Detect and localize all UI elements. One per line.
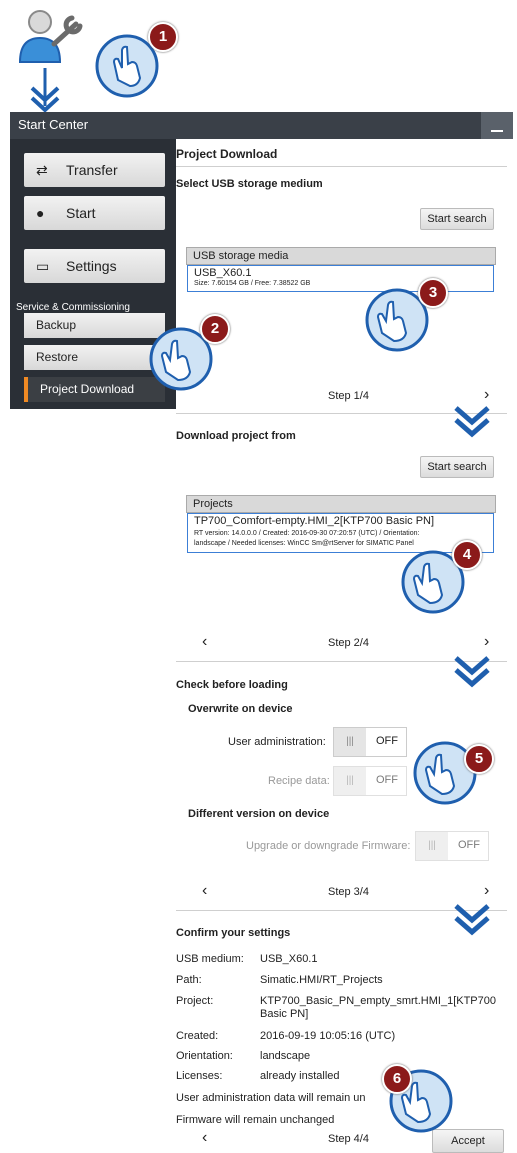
step-badge-5: 5 — [464, 744, 494, 774]
backup-label: Backup — [36, 318, 77, 332]
prev-chevron[interactable]: ‹ — [202, 882, 207, 900]
project-item-name: TP700_Comfort-empty.HMI_2[KTP700 Basic P… — [194, 515, 435, 527]
backup-button[interactable]: Backup — [24, 313, 165, 338]
firmware-note: Firmware will remain unchanged — [176, 1114, 335, 1126]
confirm-key: Orientation: — [176, 1050, 233, 1062]
minimize-button[interactable] — [481, 112, 513, 139]
download-project-from-label: Download project from — [176, 430, 296, 442]
confirm-key: Project: — [176, 995, 214, 1007]
confirm-value: already installed — [260, 1070, 340, 1082]
down-arrow-icon — [454, 406, 490, 438]
select-usb-label: Select USB storage medium — [176, 178, 323, 190]
usb-list-item[interactable]: USB_X60.1 Size: 7.60154 GB / Free: 7.385… — [187, 265, 494, 292]
project-item-detail-2: landscape / Needed licenses: WinCC Sm@rt… — [194, 540, 414, 547]
check-before-loading-label: Check before loading — [176, 679, 288, 691]
confirm-key: Created: — [176, 1030, 219, 1042]
confirm-value: Basic PN] — [260, 1008, 309, 1020]
step-label-3: Step 3/4 — [328, 886, 369, 898]
toggle-knob: ||| — [416, 832, 448, 860]
transfer-arrows-icon: ⇄ — [36, 162, 48, 178]
confirm-value: KTP700_Basic_PN_empty_smrt.HMI_1[KTP700 — [260, 995, 496, 1007]
settings-panel-icon: ▭ — [36, 258, 50, 274]
firmware-toggle[interactable]: ||| OFF — [415, 831, 489, 861]
play-icon: ● — [36, 205, 45, 221]
confirm-value: USB_X60.1 — [260, 953, 318, 965]
start-center-title: Start Center — [18, 117, 89, 132]
recipe-toggle[interactable]: ||| OFF — [333, 766, 407, 796]
transfer-label: Transfer — [66, 162, 118, 178]
confirm-key: Path: — [176, 974, 202, 986]
usb-list-header: USB storage media — [186, 247, 496, 265]
confirm-value: Simatic.HMI/RT_Projects — [260, 974, 383, 986]
user-admin-toggle[interactable]: ||| OFF — [333, 727, 407, 757]
different-version-heading: Different version on device — [188, 808, 330, 820]
user-admin-label: User administration: — [228, 736, 326, 748]
usb-item-detail: Size: 7.60154 GB / Free: 7.38522 GB — [194, 280, 311, 287]
usb-item-name: USB_X60.1 — [194, 267, 252, 279]
project-download-label: Project Download — [40, 382, 135, 396]
firmware-label: Upgrade or downgrade Firmware: — [246, 840, 411, 852]
service-commissioning-label: Service & Commissioning — [16, 302, 130, 313]
toggle-off-label: OFF — [458, 839, 480, 851]
toggle-off-label: OFF — [376, 735, 398, 747]
prev-chevron[interactable]: ‹ — [202, 1129, 207, 1147]
confirm-settings-label: Confirm your settings — [176, 927, 291, 939]
step-badge-2: 2 — [200, 314, 230, 344]
start-search-button[interactable]: Start search — [420, 456, 494, 478]
confirm-value: 2016-09-19 10:05:16 (UTC) — [260, 1030, 396, 1042]
user-admin-note: User administration data will remain un — [176, 1092, 366, 1104]
confirm-key: Licenses: — [176, 1070, 223, 1082]
settings-label: Settings — [66, 258, 117, 274]
restore-label: Restore — [36, 350, 79, 364]
settings-button[interactable]: ▭ Settings — [24, 249, 165, 283]
down-arrow-icon — [30, 68, 60, 112]
prev-chevron[interactable]: ‹ — [202, 633, 207, 651]
start-button[interactable]: ● Start — [24, 196, 165, 230]
projects-list-header: Projects — [186, 495, 496, 513]
confirm-value: landscape — [260, 1050, 311, 1062]
project-item-detail-1: RT version: 14.0.0.0 / Created: 2016-09-… — [194, 530, 420, 537]
recipe-label: Recipe data: — [268, 775, 330, 787]
overwrite-heading: Overwrite on device — [188, 703, 293, 715]
step-badge-6: 6 — [382, 1064, 412, 1094]
start-label: Start — [66, 205, 96, 221]
step-label-1: Step 1/4 — [328, 390, 369, 402]
start-search-button[interactable]: Start search — [420, 208, 494, 230]
toggle-knob: ||| — [334, 767, 366, 795]
down-arrow-icon — [454, 904, 490, 936]
user-wrench-icon — [18, 10, 83, 63]
step-label-4: Step 4/4 — [328, 1133, 369, 1145]
transfer-button[interactable]: ⇄ Transfer — [24, 153, 165, 187]
down-arrow-icon — [454, 656, 490, 688]
toggle-knob: ||| — [334, 728, 366, 756]
toggle-off-label: OFF — [376, 774, 398, 786]
project-download-button[interactable]: Project Download — [24, 377, 165, 402]
step-label-2: Step 2/4 — [328, 637, 369, 649]
step-badge-4: 4 — [452, 540, 482, 570]
start-center-titlebar: Start Center — [10, 112, 513, 139]
step-badge-3: 3 — [418, 278, 448, 308]
restore-button[interactable]: Restore — [24, 345, 165, 370]
divider — [176, 166, 507, 167]
confirm-key: USB medium: — [176, 953, 244, 965]
project-download-title: Project Download — [176, 147, 278, 161]
step-badge-1: 1 — [148, 22, 178, 52]
